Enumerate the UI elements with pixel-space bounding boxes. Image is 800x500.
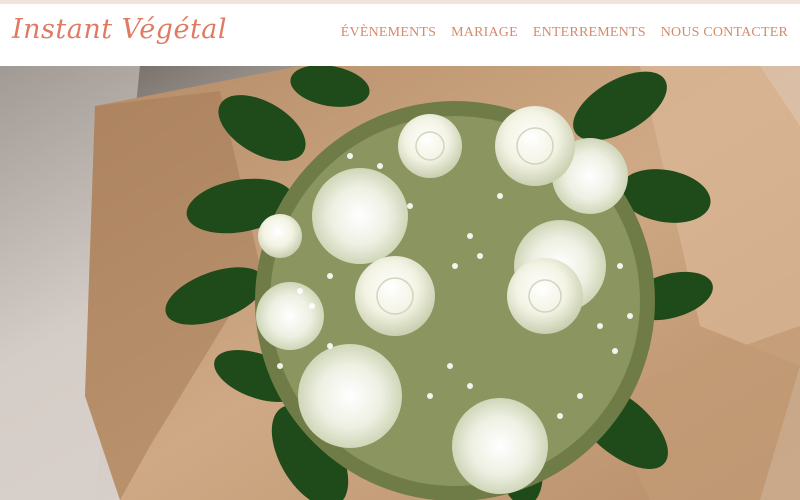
site-header: Instant Végétal ÉVÈNEMENTS MARIAGE ENTER… <box>0 0 800 66</box>
nav-link-evenements[interactable]: ÉVÈNEMENTS <box>341 25 436 41</box>
nav-link-nous-contacter[interactable]: NOUS CONTACTER <box>661 25 788 41</box>
main-nav: ÉVÈNEMENTS MARIAGE ENTERREMENTS NOUS CON… <box>341 25 788 41</box>
site-logo[interactable]: Instant Végétal <box>12 14 227 45</box>
nav-link-mariage[interactable]: MARIAGE <box>451 25 518 41</box>
nav-link-enterrements[interactable]: ENTERREMENTS <box>533 25 646 41</box>
hero-image <box>0 66 800 500</box>
bouquet-photo <box>0 66 800 500</box>
